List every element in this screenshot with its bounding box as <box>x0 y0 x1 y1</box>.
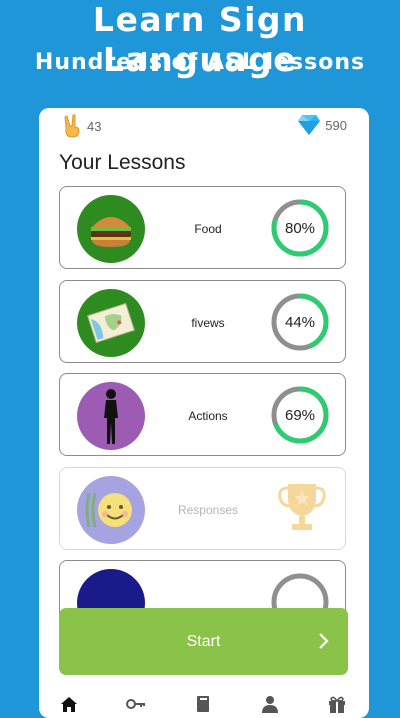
lesson-card-actions[interactable]: Actions 69% <box>59 373 346 456</box>
progress-percent: 80% <box>284 219 316 237</box>
profile-icon <box>262 696 278 713</box>
lesson-card-fivews[interactable]: fivews 44% <box>59 280 346 363</box>
chevron-right-icon <box>319 633 329 649</box>
bottom-nav <box>39 688 369 718</box>
lesson-name: Actions <box>188 408 228 423</box>
fivews-avatar <box>77 289 145 357</box>
nav-home[interactable] <box>59 694 81 716</box>
section-title: Your Lessons <box>59 151 186 174</box>
burger-icon <box>91 217 131 247</box>
victory-hand-icon <box>61 114 83 138</box>
trophy-icon <box>278 484 326 530</box>
start-button-label: Start <box>186 632 221 650</box>
hands-count: 43 <box>87 118 102 134</box>
map-icon <box>87 302 135 344</box>
start-button[interactable]: Start <box>59 608 348 675</box>
home-icon <box>61 697 77 712</box>
lesson-name: Responses <box>177 502 239 517</box>
person-silhouette-icon <box>104 389 118 444</box>
lesson-card-food[interactable]: Food 80% <box>59 186 346 269</box>
nav-profile[interactable] <box>260 694 282 716</box>
gems-counter: 590 <box>297 114 347 136</box>
nav-book[interactable] <box>193 694 215 716</box>
hands-counter: 43 <box>61 114 101 138</box>
food-avatar <box>77 195 145 263</box>
key-icon <box>126 699 145 709</box>
lesson-name: Food <box>194 221 222 236</box>
lesson-card-responses[interactable]: Responses <box>59 467 346 550</box>
book-icon <box>197 696 209 712</box>
lessons-card: 43 590 Your Lessons Food 80% fivews 44% … <box>39 108 369 718</box>
progress-percent: 69% <box>284 406 316 424</box>
app-subtitle: Hundreds of ASL lessons <box>34 50 366 75</box>
nav-key[interactable] <box>126 694 148 716</box>
gift-icon <box>329 696 345 713</box>
lesson-name: fivews <box>191 315 225 330</box>
nav-gift[interactable] <box>327 694 349 716</box>
gems-count: 590 <box>325 117 347 133</box>
diamond-icon <box>297 114 321 136</box>
actions-avatar <box>77 382 145 450</box>
progress-percent: 44% <box>284 313 316 331</box>
responses-avatar <box>77 476 145 544</box>
smiley-icon <box>85 492 132 528</box>
